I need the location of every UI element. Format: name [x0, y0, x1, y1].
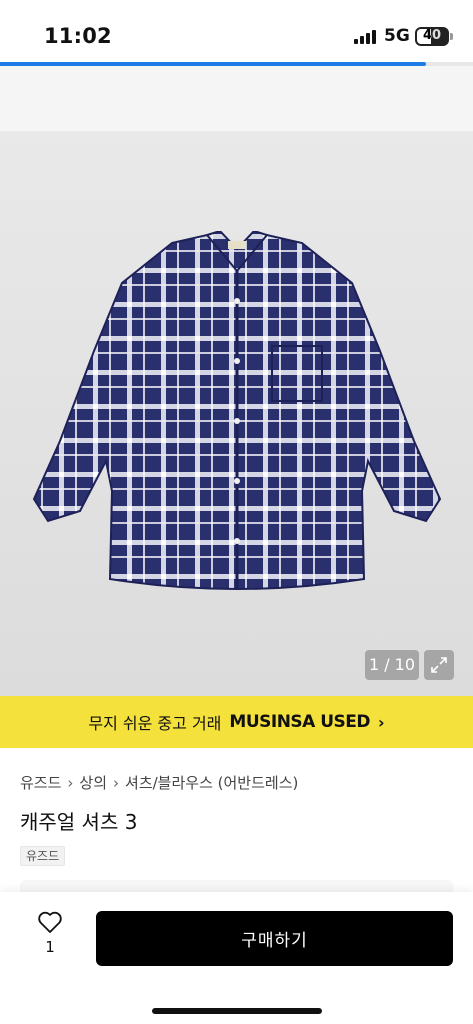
chevron-right-icon: › [67, 773, 74, 792]
breadcrumb-item-used[interactable]: 유즈드 [20, 772, 61, 793]
gallery-page-indicator: 1 / 10 [365, 650, 419, 680]
network-type: 5G [384, 26, 410, 46]
home-indicator [152, 1008, 322, 1014]
expand-arrows-icon [431, 657, 447, 673]
musinsa-used-banner[interactable]: 무지 쉬운 중고 거래 MUSINSA USED › [0, 696, 473, 748]
like-count: 1 [45, 938, 55, 956]
breadcrumb-item-shirts[interactable]: 셔츠/블라우스 (어반드레스) [125, 772, 298, 793]
like-button[interactable]: 1 [28, 910, 72, 966]
heart-outline-icon [38, 911, 62, 933]
product-title: 캐주얼 셔츠 3 [20, 810, 138, 834]
buy-button[interactable]: 구매하기 [96, 911, 453, 966]
chevron-right-icon: › [378, 712, 385, 732]
chevron-right-icon: › [113, 773, 120, 792]
brand-tag[interactable]: 유즈드 [20, 846, 66, 866]
bottom-action-bar: 1 구매하기 [0, 892, 473, 1024]
header-spacer [0, 66, 473, 131]
battery-icon: 40 [415, 27, 449, 46]
banner-brand: MUSINSA USED [229, 712, 371, 732]
status-time: 11:02 [44, 24, 112, 48]
product-photo-shirt [32, 231, 442, 590]
product-image-gallery[interactable]: 1 / 10 [0, 131, 473, 696]
status-bar: 11:02 5G 40 [0, 0, 473, 62]
expand-image-button[interactable] [424, 650, 454, 680]
cell-signal-icon [354, 30, 376, 44]
battery-level: 40 [422, 28, 442, 43]
banner-text: 무지 쉬운 중고 거래 [88, 714, 222, 733]
breadcrumb: 유즈드 › 상의 › 셔츠/블라우스 (어반드레스) [20, 772, 298, 793]
breadcrumb-item-top[interactable]: 상의 [79, 772, 107, 793]
